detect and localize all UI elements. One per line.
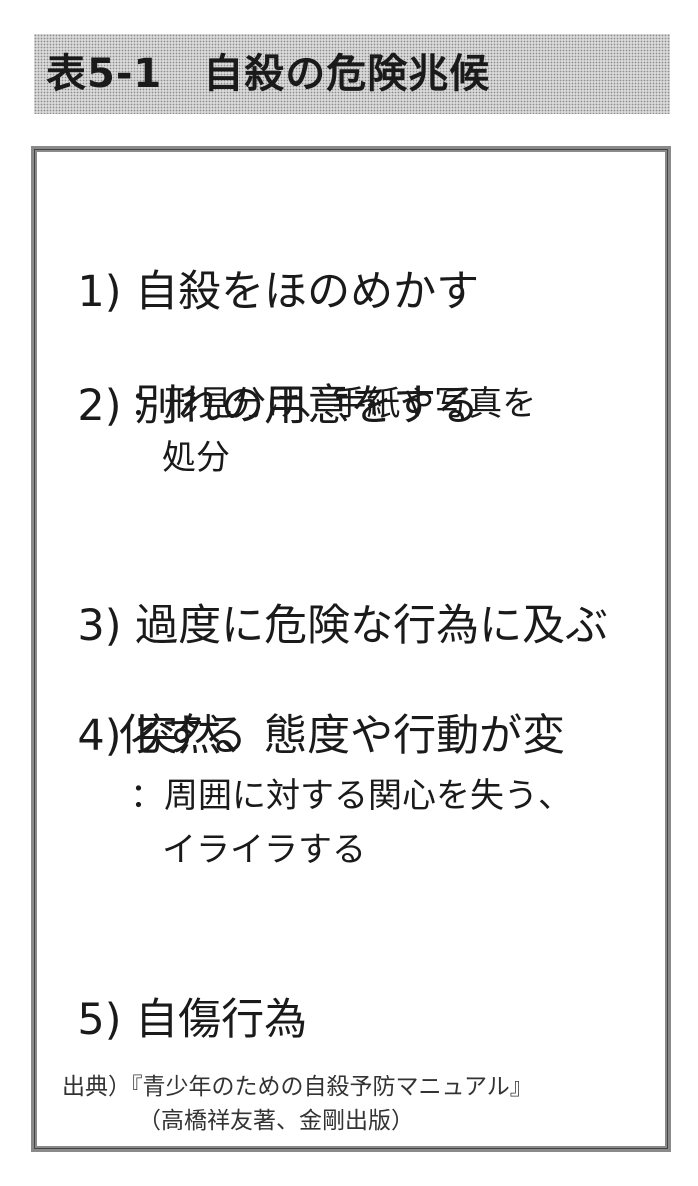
item-note: ：周囲に対する関心を失う、 bbox=[130, 776, 572, 816]
item-note-continued: 処分 bbox=[162, 438, 230, 478]
table-title: 表5-1 自殺の危険兆候 bbox=[46, 51, 491, 97]
item-number: 4) bbox=[77, 711, 122, 761]
item-number: 2) bbox=[77, 381, 122, 431]
list-item-3: 3) 過度に危険な行為に及ぶ bbox=[50, 530, 608, 658]
item-note-continued: イライラする bbox=[162, 830, 366, 870]
item-note: ：形見分け、手紙や写真を bbox=[130, 384, 537, 424]
item-text: 自傷行為 bbox=[135, 995, 308, 1045]
item-text-continued: 化する bbox=[118, 711, 247, 761]
source-citation-continued: （高橋祥友著、金剛出版） bbox=[138, 1108, 414, 1134]
item-number: 5) bbox=[77, 995, 122, 1045]
list-item-5: 5) 自傷行為 bbox=[50, 924, 307, 1052]
list-item-1: 1) 自殺をほのめかす bbox=[50, 196, 479, 324]
source-citation: 出典）『青少年のための自殺予防マニュアル』 bbox=[62, 1074, 533, 1100]
